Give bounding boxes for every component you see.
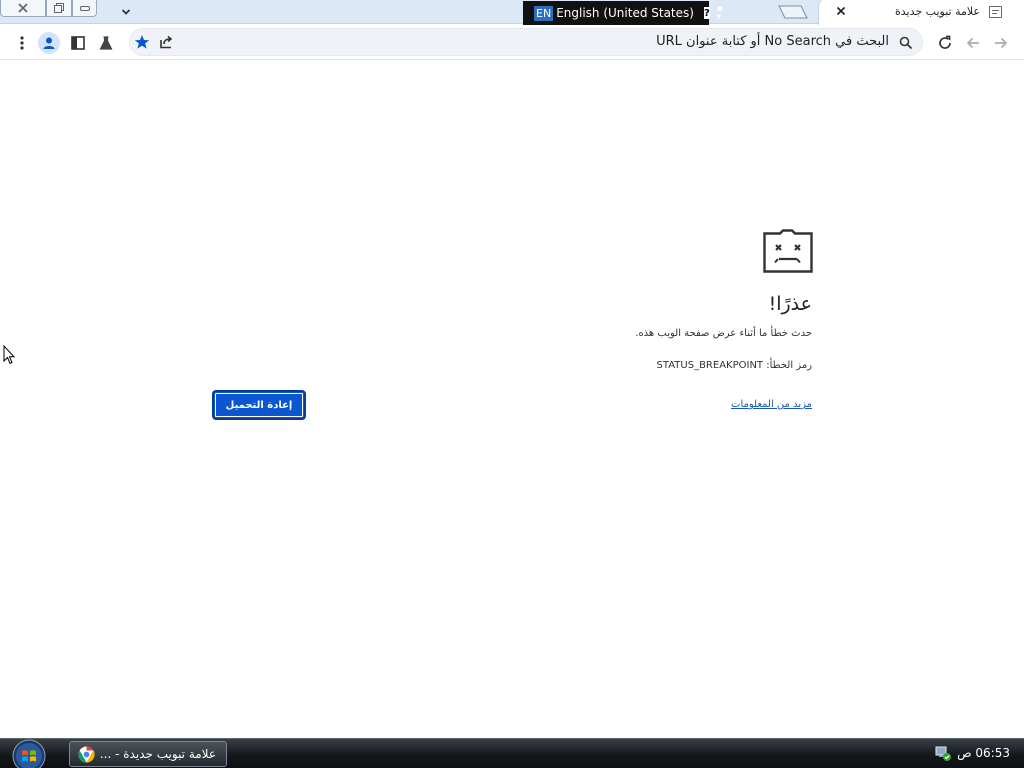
mouse-cursor-icon	[3, 345, 15, 365]
network-icon[interactable]	[935, 744, 952, 762]
language-label[interactable]: English (United States)	[556, 6, 694, 20]
help-icon[interactable]: ?	[703, 7, 710, 19]
start-button-icon[interactable]	[11, 739, 47, 768]
taskbar-item-browser[interactable]: علامة تبويب جديدة - ...	[69, 741, 227, 767]
close-icon	[18, 3, 28, 13]
taskbar: علامة تبويب جديدة - ... 06:53 ص	[0, 738, 1024, 768]
browser-app-icon	[78, 746, 95, 763]
profile-icon	[43, 37, 55, 49]
share-icon	[160, 35, 173, 49]
search-icon	[899, 36, 913, 50]
reload-icon	[939, 35, 951, 49]
screen: EN English (United States) ? ▪ ▾ علامة تب…	[0, 0, 1024, 768]
page-content: عذرًا! حدث خطأ ما أثناء عرض صفحة الويب ه…	[0, 61, 1024, 737]
bookmark-button[interactable]	[132, 32, 152, 52]
chevron-down-icon	[121, 9, 131, 15]
new-tab-icon	[778, 5, 808, 19]
side-panel-icon	[71, 36, 85, 50]
menu-icon	[20, 36, 24, 50]
restore-icon	[54, 3, 64, 13]
clock[interactable]: 06:53 ص	[957, 746, 1010, 760]
tab-search-button[interactable]	[116, 3, 136, 21]
error-message: حدث خطأ ما أثناء عرض صفحة الويب هذه.	[635, 328, 812, 339]
language-bar[interactable]: EN English (United States) ? ▪ ▾	[523, 1, 723, 25]
back-button[interactable]	[962, 32, 984, 54]
reload-button[interactable]	[934, 32, 956, 54]
error-code-label: رمز الخطأ:	[766, 360, 812, 371]
sad-tab-icon	[763, 229, 813, 273]
tab-strip: EN English (United States) ? ▪ ▾ علامة تب…	[0, 0, 1024, 25]
window-minimize-button[interactable]	[72, 0, 97, 17]
window-close-button[interactable]	[0, 0, 46, 17]
omnibox-text[interactable]: البحث في No Search أو كتابة عنوان URL	[656, 34, 889, 49]
omnibox[interactable]: البحث في No Search أو كتابة عنوان URL	[129, 28, 923, 56]
labs-flask-icon	[99, 36, 113, 50]
back-arrow-icon	[966, 37, 979, 49]
forward-button[interactable]	[990, 32, 1012, 54]
minimize-icon	[79, 6, 90, 11]
options-arrow-icon[interactable]: ▪ ▾	[717, 5, 723, 22]
forward-arrow-icon	[995, 37, 1008, 49]
language-code[interactable]: EN	[534, 5, 554, 21]
close-icon	[836, 6, 846, 16]
learn-more-link[interactable]: مزيد من المعلومات	[731, 399, 812, 410]
error-title: عذرًا!	[768, 293, 812, 315]
taskbar-item-label: علامة تبويب جديدة - ...	[99, 747, 216, 761]
share-button[interactable]	[156, 32, 176, 52]
menu-button[interactable]	[11, 32, 33, 54]
tab-new-tab[interactable]: علامة تبويب جديدة	[818, 0, 1024, 25]
window-restore-button[interactable]	[46, 0, 72, 17]
profile-button[interactable]	[38, 32, 60, 54]
side-panel-button[interactable]	[67, 32, 89, 54]
labs-button[interactable]	[95, 32, 117, 54]
new-tab-button[interactable]	[777, 4, 809, 20]
error-code-value: STATUS_BREAKPOINT	[656, 360, 764, 371]
browser-toolbar: البحث في No Search أو كتابة عنوان URL	[0, 25, 1024, 60]
new-tab-page-icon	[989, 6, 1002, 18]
bookmark-star-icon	[134, 35, 150, 49]
tab-title: علامة تبويب جديدة	[894, 5, 980, 18]
reload-page-button[interactable]: إعادة التحميل	[212, 390, 306, 420]
error-code-line: رمز الخطأ: STATUS_BREAKPOINT	[657, 360, 812, 371]
tab-close-button[interactable]	[833, 3, 849, 19]
